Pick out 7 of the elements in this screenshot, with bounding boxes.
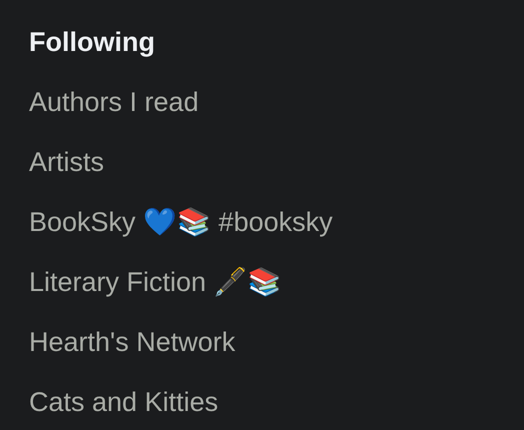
feed-link[interactable]: Hearth's Network — [29, 325, 236, 359]
feed-link[interactable]: Following — [29, 25, 155, 59]
feed-link[interactable]: Artists — [29, 145, 104, 179]
feed-link[interactable]: Cats and Kitties — [29, 385, 218, 419]
feed-link[interactable]: Literary Fiction 🖋📚 — [29, 265, 282, 299]
feed-link[interactable]: BookSky 💙📚 #booksky — [29, 205, 333, 239]
feed-link[interactable]: Authors I read — [29, 85, 199, 119]
